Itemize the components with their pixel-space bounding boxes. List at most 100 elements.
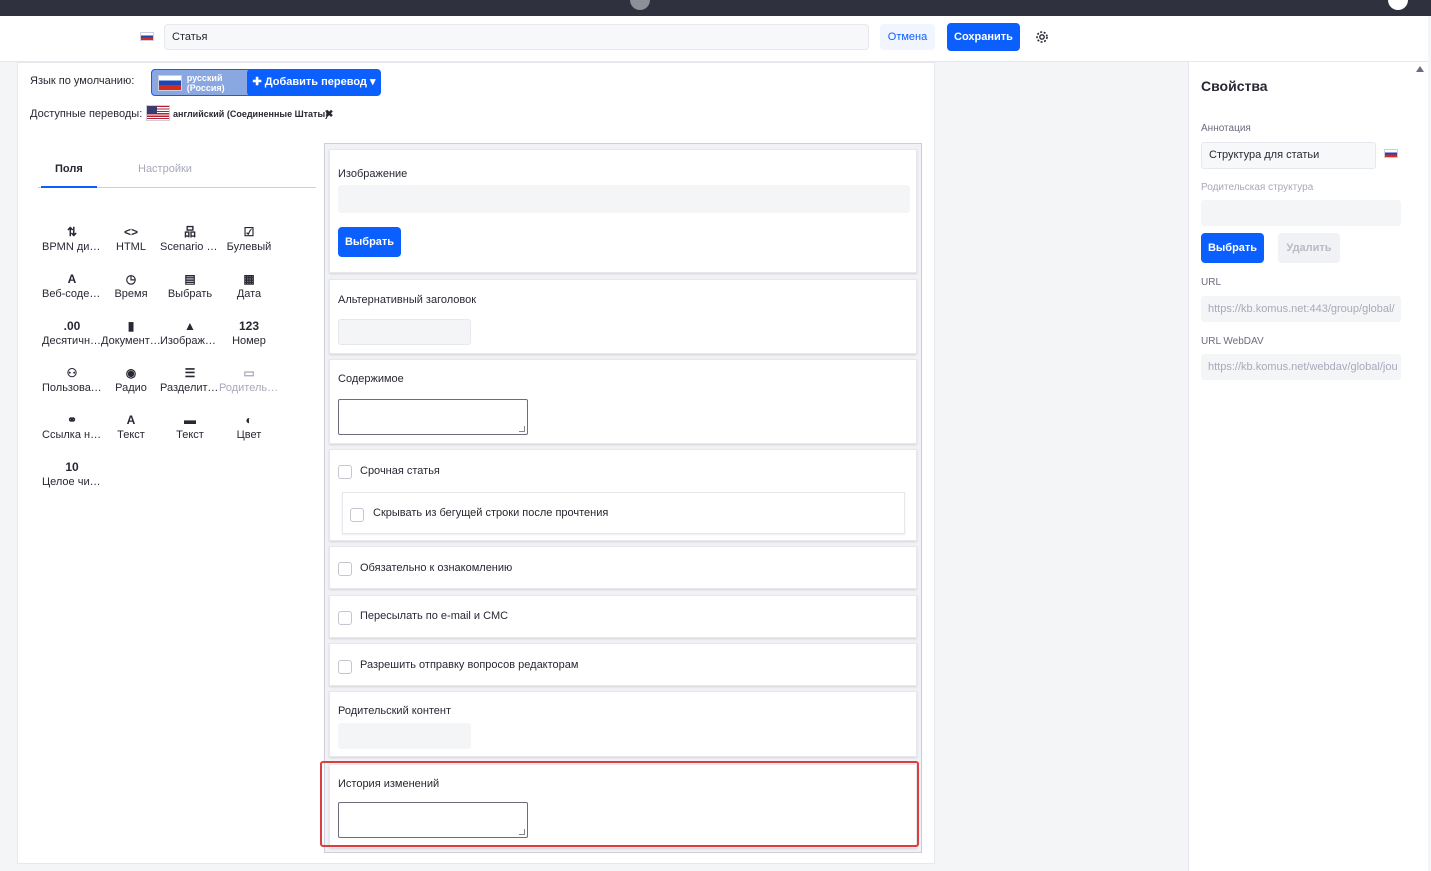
url-field[interactable]: https://kb.komus.net:443/group/global/	[1201, 296, 1401, 322]
content-textarea[interactable]	[338, 399, 528, 435]
add-translation-label: Добавить перевод	[264, 76, 367, 88]
urgent-field-card[interactable]: Срочная статья Скрывать из бегущей строк…	[329, 449, 917, 541]
forward-field-card[interactable]: Пересылать по e-mail и СМС	[329, 595, 917, 638]
palette-item[interactable]: 品 Scenario Editor	[160, 223, 220, 263]
webdav-field[interactable]: https://kb.komus.net/webdav/global/jou	[1201, 354, 1401, 380]
palette-item[interactable]: 10 Целое число	[42, 458, 102, 498]
palette-item-label: Родительский контент	[219, 382, 279, 394]
palette-item[interactable]: ◐ Цвет	[219, 411, 279, 451]
decimal-icon: .00	[63, 319, 81, 333]
annotation-input[interactable]: Структура для статьи	[1201, 142, 1376, 169]
palette-item[interactable]: ⚭ Ссылка на страницу	[42, 411, 102, 451]
gear-icon[interactable]	[1035, 30, 1049, 44]
history-textarea[interactable]	[338, 802, 528, 838]
editor-panel: Язык по умолчанию: русский (Россия) ✚ До…	[17, 62, 935, 864]
questions-field-card[interactable]: Разрешить отправку вопросов редакторам	[329, 643, 917, 686]
palette-item-label: Веб-содержимое	[42, 288, 102, 300]
bpmn-icon: ⇅	[66, 225, 78, 239]
palette-item[interactable]: ▲ Изображение	[160, 317, 220, 357]
user-avatar-icon[interactable]	[1388, 0, 1408, 10]
alt-title-field-card[interactable]: Альтернативный заголовок	[329, 279, 917, 354]
parent-content-input[interactable]	[338, 723, 471, 749]
parent-structure-delete-button[interactable]: Удалить	[1278, 233, 1340, 263]
top-bar-dot-icon	[630, 0, 650, 10]
palette-item[interactable]: ☰ Разделитель	[160, 364, 220, 404]
form-canvas: Изображение Выбрать Альтернативный загол…	[324, 143, 922, 853]
cancel-button[interactable]: Отмена	[880, 24, 935, 50]
palette-item[interactable]: .00 Десятичное	[42, 317, 102, 357]
palette-item[interactable]: ◉ Радио	[101, 364, 161, 404]
annotation-label: Аннотация	[1201, 123, 1251, 134]
image-icon: ▲	[184, 319, 196, 333]
save-button[interactable]: Сохранить	[947, 23, 1020, 51]
caret-down-icon: ▾	[366, 76, 376, 88]
header-bar: Статья Отмена Сохранить	[0, 16, 1428, 62]
image-select-button[interactable]: Выбрать	[338, 227, 401, 257]
mandatory-checkbox[interactable]	[338, 562, 352, 576]
russian-flag-icon[interactable]	[1384, 149, 1398, 158]
palette-item-label: Документы и медиа	[101, 335, 161, 347]
tab-settings[interactable]: Настройки	[138, 163, 192, 175]
default-language-label: Язык по умолчанию:	[30, 75, 135, 87]
integer-icon: 10	[65, 460, 79, 474]
history-field-card[interactable]: История изменений	[329, 764, 917, 848]
available-translations-label: Доступные переводы:	[30, 108, 143, 120]
palette-item-label: Целое число	[42, 476, 102, 488]
parent-structure-input[interactable]	[1201, 200, 1401, 226]
nested-hide-ticker-card[interactable]: Скрывать из бегущей строки после прочтен…	[342, 492, 905, 534]
image-field-label: Изображение	[338, 168, 408, 180]
palette-item[interactable]: A Текст	[101, 411, 161, 451]
properties-panel: Свойства Аннотация Структура для статьи …	[1188, 62, 1428, 871]
palette-item[interactable]: ◷ Время	[101, 270, 161, 310]
urgent-checkbox[interactable]	[338, 465, 352, 479]
parent-content-label: Родительский контент	[338, 705, 452, 717]
scroll-up-icon[interactable]	[1416, 66, 1424, 72]
palette-item-label: Дата	[236, 288, 262, 300]
checkbox-icon: ☑	[243, 225, 255, 239]
hide-ticker-checkbox[interactable]	[350, 508, 364, 522]
link-icon: ⚭	[66, 413, 78, 427]
title-input[interactable]: Статья	[164, 24, 869, 50]
palette-item-label: Ссылка на страницу	[42, 429, 102, 441]
palette-item[interactable]: ⚇ Пользователь	[42, 364, 102, 404]
palette-item[interactable]: 123 Номер	[219, 317, 279, 357]
url-label: URL	[1201, 277, 1222, 288]
questions-checkbox[interactable]	[338, 660, 352, 674]
palette-item[interactable]: ☑ Булевый	[219, 223, 279, 263]
palette-item[interactable]: ⇅ BPMN диаграмма	[42, 223, 102, 263]
palette-item-label: HTML	[116, 241, 146, 253]
palette-item-label: Номер	[232, 335, 266, 347]
palette-item[interactable]: ▭ Родительский контент	[219, 364, 279, 404]
forward-checkbox[interactable]	[338, 611, 352, 625]
palette-item-label: BPMN диаграмма	[42, 241, 102, 253]
mandatory-field-card[interactable]: Обязательно к ознакомлению	[329, 546, 917, 589]
russian-flag-icon	[158, 74, 182, 91]
palette-item-label: Изображение	[160, 335, 220, 347]
palette-item[interactable]: <> HTML	[101, 223, 161, 263]
add-translation-button[interactable]: ✚ Добавить перевод ▾	[247, 69, 381, 96]
number-icon: 123	[238, 319, 260, 333]
history-label: История изменений	[338, 778, 440, 790]
parent-structure-select-button[interactable]: Выбрать	[1201, 233, 1264, 263]
us-flag-icon	[146, 105, 170, 121]
content-field-card[interactable]: Содержимое	[329, 359, 917, 444]
palette-item[interactable]: ▬ Текст	[160, 411, 220, 451]
palette-item[interactable]: A Веб-содержимое	[42, 270, 102, 310]
text-icon: A	[126, 413, 136, 427]
palette-item-label: Время	[114, 288, 148, 300]
alt-title-input[interactable]	[338, 319, 471, 345]
palette-item-label: Выбрать	[167, 288, 213, 300]
remove-translation-icon[interactable]: ✖	[325, 109, 333, 120]
document-icon: ▮	[127, 319, 135, 333]
top-bar	[0, 0, 1431, 16]
image-field-card[interactable]: Изображение Выбрать	[329, 149, 917, 273]
text-box-icon: ▬	[184, 413, 196, 427]
parent-content-field-card[interactable]: Родительский контент	[329, 691, 917, 757]
tab-fields[interactable]: Поля	[41, 163, 97, 188]
palette-item[interactable]: ▦ Дата	[219, 270, 279, 310]
palette-item[interactable]: ▮ Документы и медиа	[101, 317, 161, 357]
palette-item[interactable]: ▤ Выбрать	[160, 270, 220, 310]
urgent-label: Срочная статья	[360, 465, 440, 477]
available-translation-value: английский (Соединенные Штаты)	[173, 109, 329, 119]
select-icon: ▤	[184, 272, 196, 286]
